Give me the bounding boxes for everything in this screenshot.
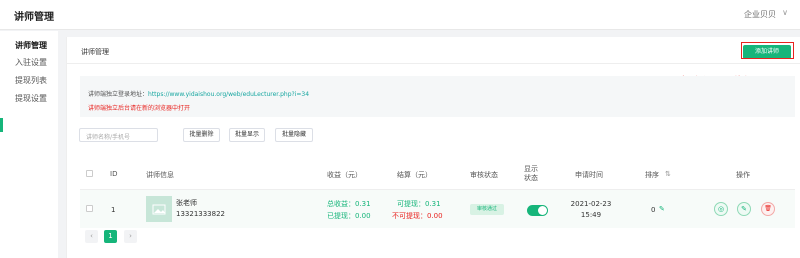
toggle-knob — [538, 206, 547, 215]
divider — [67, 63, 800, 64]
sort-value: 0 — [651, 206, 656, 214]
edit-sort-icon[interactable]: ✎ — [659, 205, 665, 213]
col-income: 收益（元） — [327, 171, 362, 179]
batch-delete-button[interactable]: 批量删除 — [183, 128, 220, 142]
col-review: 审核状态 — [470, 171, 498, 179]
sidebar-item-withdraw-list[interactable]: 提现列表 — [15, 75, 47, 86]
display-toggle[interactable] — [527, 205, 548, 216]
col-info: 讲师信息 — [146, 171, 174, 179]
table-row — [80, 190, 795, 228]
lecturer-name: 张老师 — [176, 199, 197, 207]
sidebar-item-lecturer-management[interactable]: 讲师管理 — [15, 40, 47, 51]
sidebar-item-withdraw-settings[interactable]: 提现设置 — [15, 93, 47, 104]
next-page-button[interactable]: › — [124, 230, 137, 243]
eye-icon: ◎ — [717, 205, 725, 213]
delete-button[interactable]: 🗑 — [761, 202, 775, 216]
login-address: 讲师端独立登录地址：https://www.yidaishou.org/web/… — [88, 89, 309, 98]
row-checkbox[interactable] — [86, 205, 93, 212]
review-status-badge: 审核通过 — [470, 204, 504, 215]
total-income: 总收益：0.31 — [327, 200, 371, 208]
batch-hide-button[interactable]: 批量隐藏 — [275, 128, 313, 142]
withdrawable-amount: 可提现：0.31 — [397, 200, 441, 208]
batch-show-button[interactable]: 批量显示 — [229, 128, 265, 142]
panel-title: 讲师管理 — [81, 48, 109, 56]
page-1-button[interactable]: 1 — [104, 230, 117, 243]
withdrawn-amount: 已提现：0.00 — [327, 212, 371, 220]
col-action: 操作 — [736, 171, 750, 179]
lecturer-phone: 13321333822 — [176, 210, 225, 218]
edit-icon: ✎ — [741, 205, 747, 213]
select-all-checkbox[interactable] — [86, 170, 93, 177]
col-display: 显示状态 — [524, 165, 538, 182]
col-sort[interactable]: 排序 — [645, 170, 659, 180]
sidebar: 讲师管理 入驻设置 提现列表 提现设置 — [0, 31, 58, 258]
apply-time: 2021-02-23 15:49 — [570, 200, 612, 219]
sidebar-active-indicator — [0, 118, 3, 132]
view-button[interactable]: ◎ — [714, 202, 728, 216]
login-label: 讲师端独立登录地址： — [88, 91, 149, 98]
prev-page-button[interactable]: ‹ — [85, 230, 98, 243]
highlight-frame — [741, 42, 794, 59]
app-title: 讲师管理 — [14, 12, 54, 23]
company-selector[interactable]: 企业贝贝 — [744, 9, 776, 20]
col-apply-time: 申请时间 — [575, 171, 603, 179]
top-bar: 讲师管理 企业贝贝 ∨ — [0, 0, 800, 30]
avatar — [146, 196, 172, 222]
warning-text: 讲师端独立后台请在新的浏览器中打开 — [88, 105, 191, 112]
sort-arrows-icon[interactable]: ⇅ — [665, 170, 671, 178]
trash-icon: 🗑 — [764, 205, 772, 212]
chevron-down-icon[interactable]: ∨ — [782, 8, 788, 17]
row-id: 1 — [111, 206, 116, 214]
col-id: ID — [110, 170, 118, 178]
info-box: 讲师端独立登录地址：https://www.yidaishou.org/web/… — [80, 76, 795, 117]
non-withdrawable-amount: 不可提现：0.00 — [392, 212, 443, 220]
login-url-link[interactable]: https://www.yidaishou.org/web/eduLecture… — [148, 91, 309, 98]
image-placeholder-icon — [152, 204, 166, 215]
sidebar-item-entry-settings[interactable]: 入驻设置 — [15, 57, 47, 68]
col-settle: 结算（元） — [397, 171, 432, 179]
edit-button[interactable]: ✎ — [737, 202, 751, 216]
search-input[interactable]: 讲师名称/手机号 — [79, 128, 158, 142]
